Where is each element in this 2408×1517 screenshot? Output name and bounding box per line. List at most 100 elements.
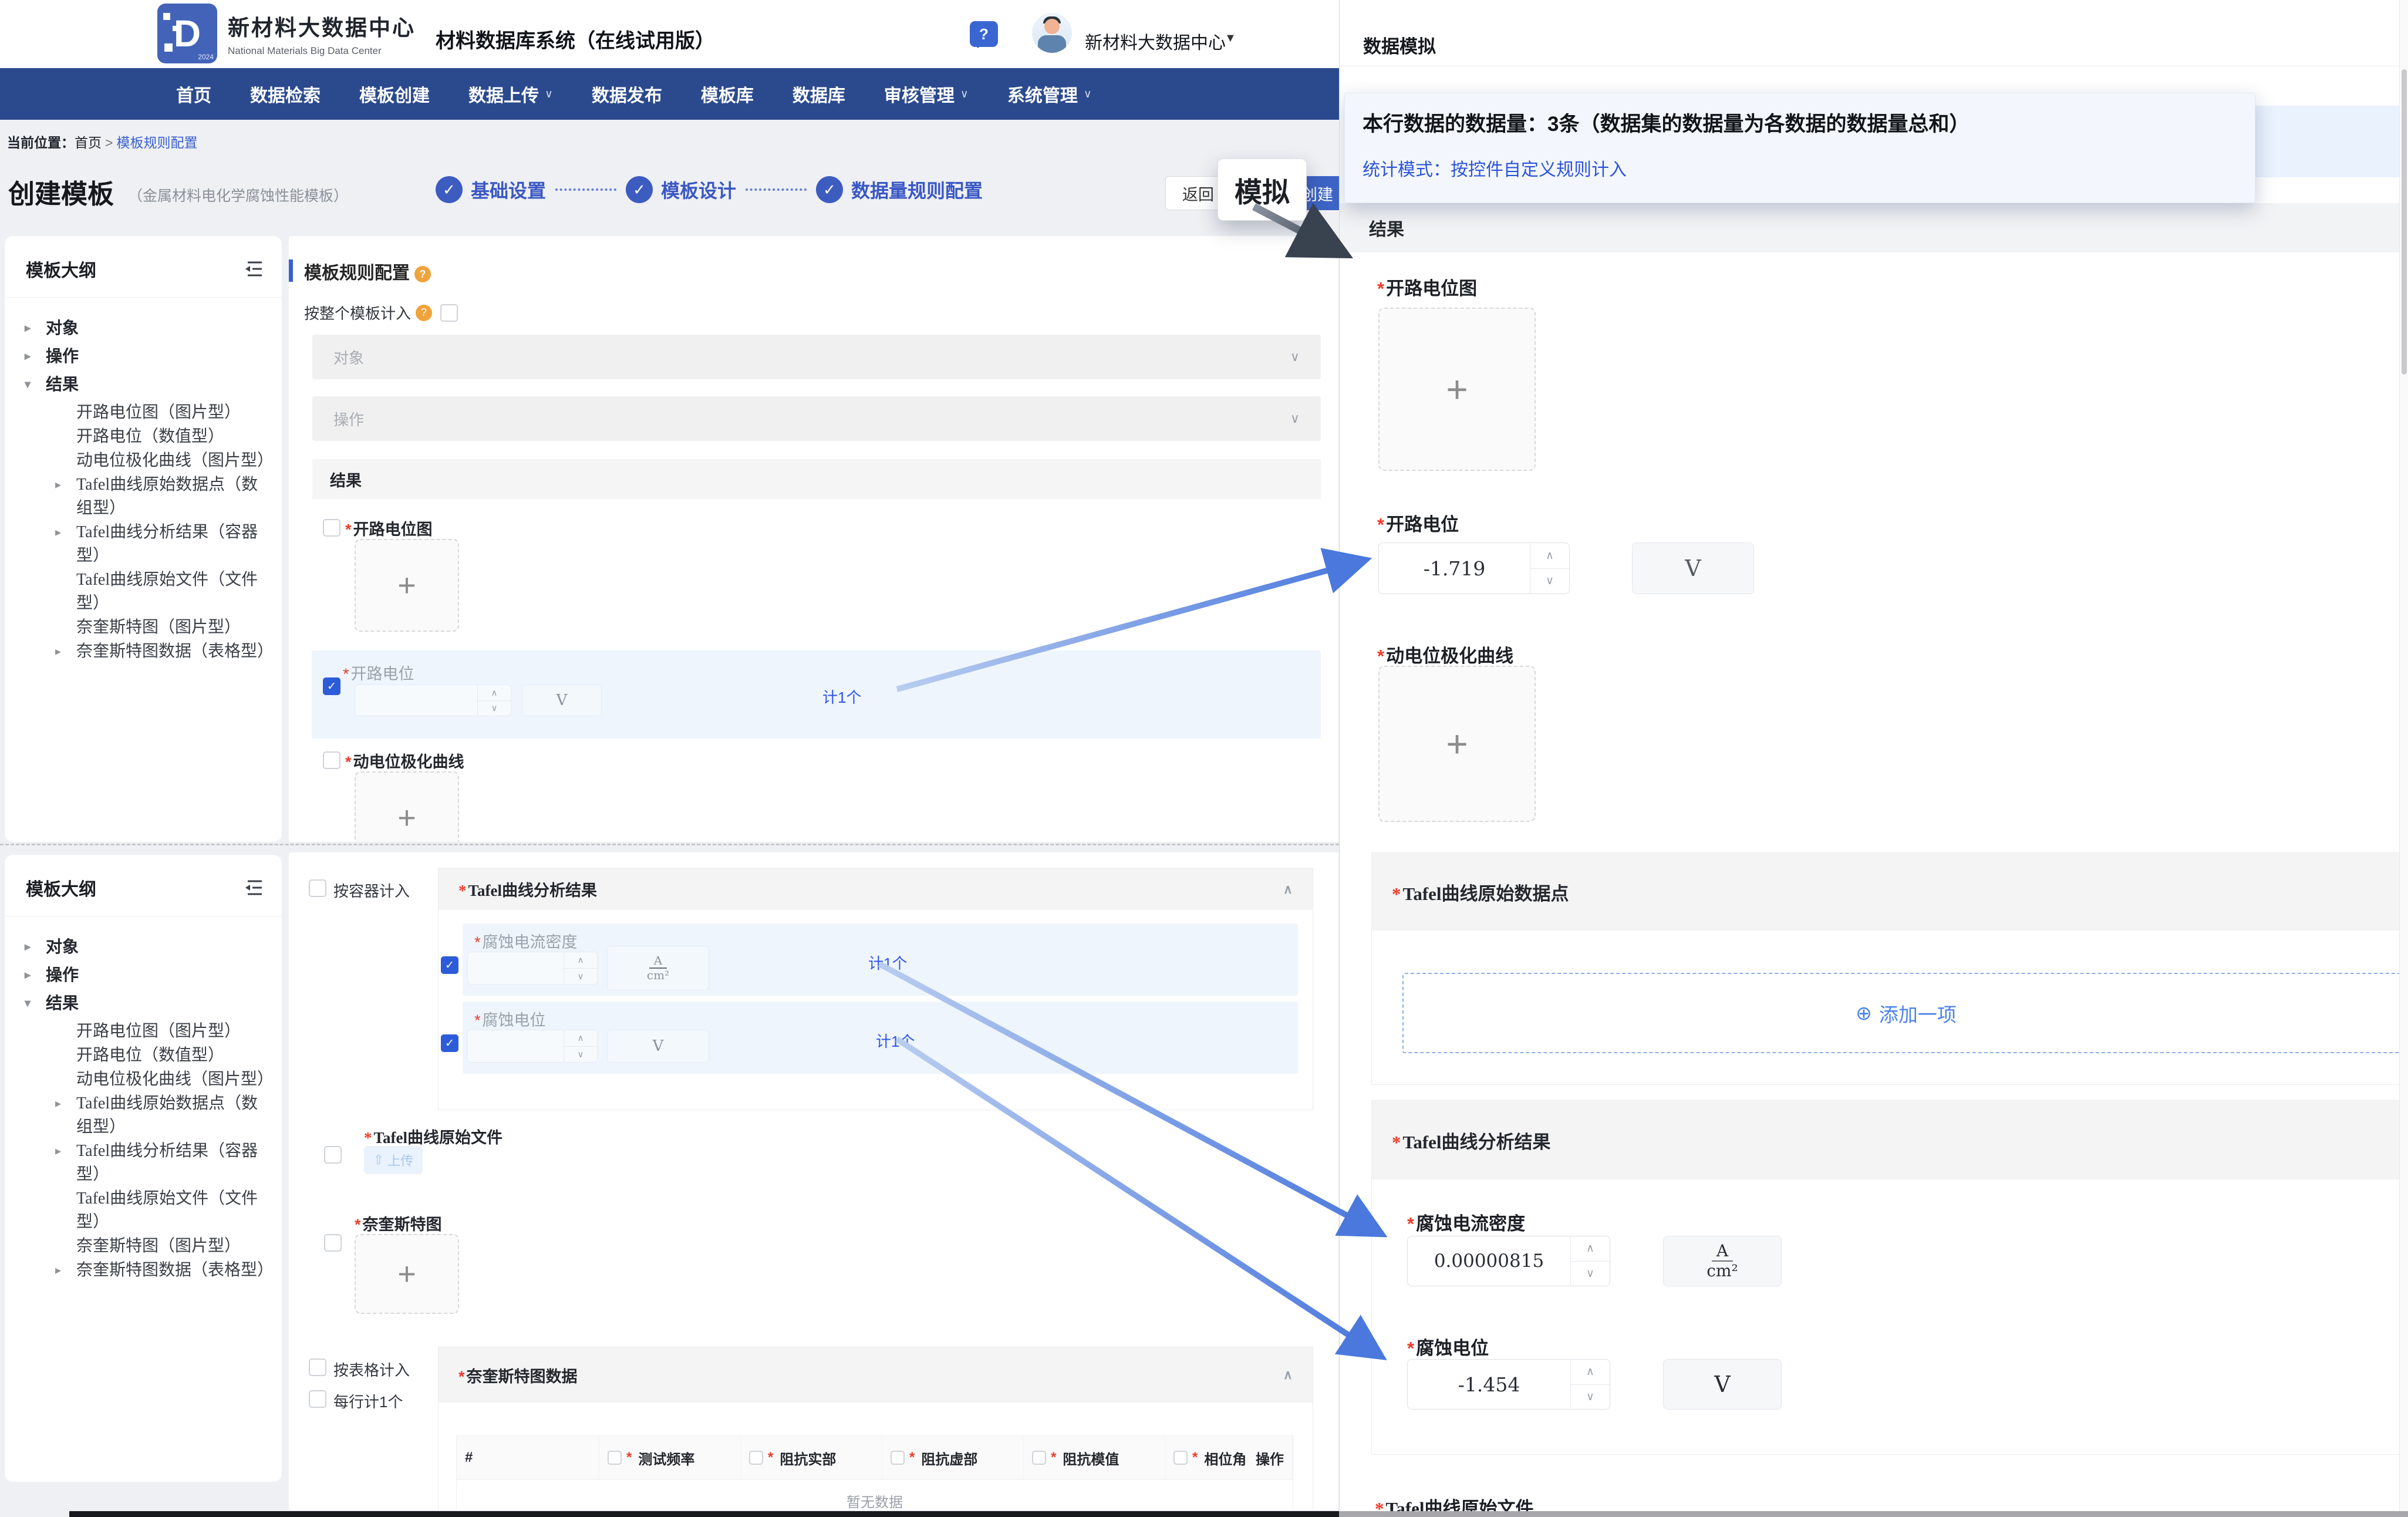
tree-caret-icon[interactable] [55, 449, 76, 473]
nyquist-image-upload[interactable]: + [355, 1234, 459, 1314]
open-circuit-potential-checkbox[interactable]: ✓ [323, 677, 340, 695]
vertical-scrollbar[interactable] [2399, 0, 2408, 1517]
step-up-icon[interactable]: ∧ [478, 685, 511, 701]
open-circuit-potential-input[interactable]: ∧∨ [355, 685, 511, 716]
outline-item[interactable]: ▸ 对象 [25, 935, 270, 959]
chevron-up-icon[interactable]: ∧ [1283, 1367, 1293, 1383]
tree-caret-icon[interactable]: ▸ [55, 473, 76, 520]
polarization-curve-upload[interactable]: + [355, 771, 459, 842]
outline-item[interactable]: ▸ 奈奎斯特图数据（表格型） [55, 640, 270, 663]
outline-item[interactable]: ▸ Tafel曲线原始数据点（数组型） [55, 1092, 270, 1139]
outline-item[interactable]: ▸ Tafel曲线分析结果（容器型） [55, 521, 270, 568]
step-down-icon[interactable]: ∨ [564, 1047, 597, 1063]
tree-caret-icon[interactable] [55, 401, 76, 424]
tree-caret-icon[interactable]: ▸ [25, 345, 46, 368]
row-count-checkbox[interactable] [309, 1390, 326, 1408]
corrosion-current-input[interactable]: ∧∨ [467, 952, 598, 985]
outline-item[interactable]: ▸ 对象 [25, 316, 270, 340]
outline-item[interactable]: ▾ 结果 [25, 992, 270, 1015]
step-down-icon[interactable]: ∨ [1571, 1262, 1610, 1286]
outline-item[interactable]: ▸ 操作 [25, 345, 270, 368]
chevron-up-icon[interactable]: ∧ [1283, 882, 1293, 897]
open-circuit-image-upload[interactable]: + [355, 539, 459, 632]
nav-item[interactable]: 数据库 [792, 81, 845, 107]
tafel-file-upload-button[interactable]: ⇧上传 [364, 1146, 423, 1174]
nav-item[interactable]: 数据上传 ∨ [468, 81, 553, 107]
outline-item[interactable]: ▸ Tafel曲线原始数据点（数组型） [55, 473, 270, 520]
outline-item[interactable]: 开路电位（数值型） [55, 425, 270, 449]
step-up-icon[interactable]: ∧ [1571, 1360, 1610, 1385]
tree-caret-icon[interactable]: ▸ [25, 963, 46, 987]
column-checkbox[interactable] [608, 1451, 622, 1465]
tafel-analysis-header[interactable]: *Tafel曲线分析结果 ∧ [439, 868, 1313, 910]
sim-open-circuit-potential-input[interactable]: -1.719 ∧∨ [1378, 542, 1570, 594]
outline-item[interactable]: 动电位极化曲线（图片型） [55, 1068, 270, 1091]
help-icon[interactable]: ? [970, 21, 998, 47]
step-basic[interactable]: ✓ 基础设置 [436, 176, 546, 203]
horizontal-scrollbar[interactable] [69, 1511, 1339, 1517]
column-checkbox[interactable] [891, 1451, 905, 1465]
outline-item[interactable]: Tafel曲线原始文件（文件型） [55, 568, 270, 615]
nyquist-image-checkbox[interactable] [324, 1234, 342, 1252]
step-design[interactable]: ✓ 模板设计 [626, 176, 736, 203]
nav-item[interactable]: 首页 [176, 81, 211, 107]
tree-caret-icon[interactable]: ▸ [55, 640, 76, 663]
step-down-icon[interactable]: ∨ [478, 701, 511, 716]
nav-item[interactable]: 模板库 [701, 81, 754, 107]
tree-caret-icon[interactable]: ▸ [25, 316, 46, 340]
step-down-icon[interactable]: ∨ [1571, 1385, 1610, 1410]
column-checkbox[interactable] [1032, 1451, 1046, 1465]
outline-item[interactable]: ▸ 奈奎斯特图数据（表格型） [55, 1259, 270, 1282]
object-section-collapsed[interactable]: 对象∨ [312, 335, 1321, 379]
outline-item[interactable]: 开路电位（数值型） [55, 1044, 270, 1067]
tree-caret-icon[interactable]: ▸ [55, 1259, 76, 1282]
step-rules[interactable]: ✓ 数据量规则配置 [816, 176, 983, 203]
sim-corrosion-current-input[interactable]: 0.00000815 ∧∨ [1407, 1236, 1610, 1286]
nav-item[interactable]: 数据发布 [592, 81, 662, 107]
user-caret-down-icon[interactable]: ▼ [1225, 32, 1236, 45]
tree-caret-icon[interactable]: ▸ [55, 1140, 76, 1186]
outline-item[interactable]: 奈奎斯特图（图片型） [55, 1235, 270, 1258]
user-menu[interactable]: 新材料大数据中心 [1085, 28, 1226, 54]
outline-item[interactable]: ▾ 结果 [25, 373, 270, 396]
step-up-icon[interactable]: ∧ [564, 952, 597, 969]
step-down-icon[interactable]: ∨ [1530, 569, 1569, 594]
add-item-button[interactable]: ⊕ 添加一项 [1402, 973, 2408, 1053]
step-up-icon[interactable]: ∧ [1571, 1236, 1610, 1262]
nav-item[interactable]: 审核管理 ∨ [884, 81, 969, 107]
tree-caret-icon[interactable] [55, 425, 76, 449]
whole-template-checkbox[interactable] [440, 304, 458, 322]
outline-item[interactable]: ▸ 操作 [25, 963, 270, 987]
scrollbar-thumb[interactable] [2402, 69, 2407, 375]
sim-open-circuit-image-upload[interactable]: + [1378, 308, 1536, 471]
tree-caret-icon[interactable] [55, 568, 76, 615]
sim-polarization-curve-upload[interactable]: + [1378, 666, 1536, 822]
nav-item[interactable]: 系统管理 ∨ [1007, 81, 1092, 107]
tree-caret-icon[interactable] [55, 616, 76, 639]
help-icon[interactable]: ? [416, 305, 432, 321]
collapse-outline-icon[interactable] [244, 261, 264, 277]
breadcrumb-home[interactable]: 首页 [75, 135, 102, 150]
operation-section-collapsed[interactable]: 操作∨ [312, 396, 1321, 441]
step-up-icon[interactable]: ∧ [1530, 543, 1569, 569]
sim-corrosion-potential-input[interactable]: -1.454 ∧∨ [1407, 1359, 1610, 1410]
outline-item[interactable]: 开路电位图（图片型） [55, 1020, 270, 1043]
tree-caret-icon[interactable] [55, 1235, 76, 1258]
tree-caret-icon[interactable]: ▸ [55, 1092, 76, 1139]
tree-caret-icon[interactable]: ▸ [55, 521, 76, 568]
tree-caret-icon[interactable] [55, 1068, 76, 1091]
tree-caret-icon[interactable] [55, 1020, 76, 1043]
outline-item[interactable]: Tafel曲线原始文件（文件型） [55, 1187, 270, 1234]
outline-item[interactable]: 动电位极化曲线（图片型） [55, 449, 270, 473]
corrosion-current-checkbox[interactable]: ✓ [441, 956, 458, 974]
avatar[interactable] [1032, 13, 1072, 53]
column-checkbox[interactable] [1173, 1451, 1188, 1465]
tree-caret-icon[interactable]: ▾ [25, 992, 46, 1015]
nav-item[interactable]: 数据检索 [250, 81, 321, 107]
table-count-checkbox[interactable] [309, 1358, 326, 1376]
tree-caret-icon[interactable]: ▾ [25, 373, 46, 396]
polarization-curve-checkbox[interactable] [323, 751, 340, 769]
tree-caret-icon[interactable]: ▸ [25, 935, 46, 959]
tafel-file-checkbox[interactable] [324, 1146, 342, 1164]
outline-item[interactable]: ▸ Tafel曲线分析结果（容器型） [55, 1140, 270, 1186]
